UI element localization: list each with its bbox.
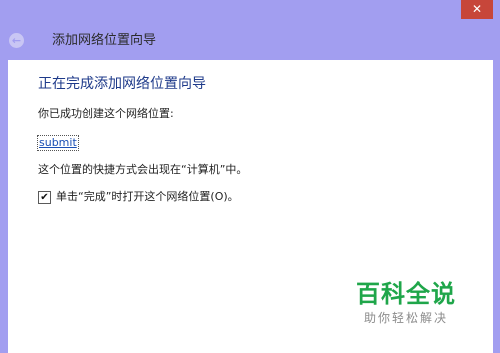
shortcut-message: 这个位置的快捷方式会出现在“计算机”中。 [38,163,248,176]
network-location-link[interactable]: submit [37,135,79,151]
watermark-title: 百科全说 [356,280,456,308]
checkmark-icon: ✔ [40,191,49,203]
wizard-content: 正在完成添加网络位置向导 你已成功创建这个网络位置: submit 这个位置的快… [8,60,493,353]
back-arrow-icon: ← [11,34,22,47]
watermark: 百科全说 助你轻松解决 [356,280,456,326]
watermark-subtitle: 助你轻松解决 [363,311,448,325]
close-icon: ✕ [471,2,483,16]
open-location-option[interactable]: ✔ 单击“完成”时打开这个网络位置(O)。 [38,190,239,204]
page-heading: 正在完成添加网络位置向导 [38,76,206,92]
wizard-title: 添加网络位置向导 [52,33,157,48]
open-location-label[interactable]: 单击“完成”时打开这个网络位置(O)。 [56,190,239,204]
created-message: 你已成功创建这个网络位置: [38,107,174,120]
wizard-window: ✕ ← 添加网络位置向导 正在完成添加网络位置向导 你已成功创建这个网络位置: … [0,0,500,353]
back-button[interactable]: ← [9,33,24,48]
close-button[interactable]: ✕ [461,0,493,19]
open-location-checkbox[interactable]: ✔ [38,190,51,204]
